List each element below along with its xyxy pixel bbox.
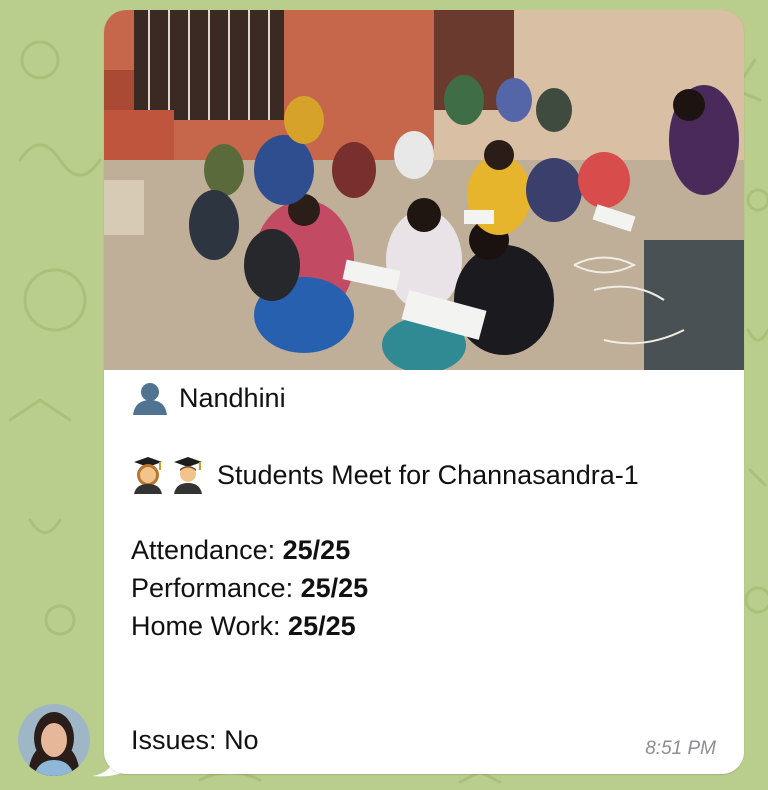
issues-line: Issues: No <box>131 722 259 758</box>
homework-line: Home Work: 25/25 <box>131 608 356 644</box>
title-line: Students Meet for Channasandra-1 <box>131 456 639 494</box>
sender-line: Nandhini <box>131 380 286 416</box>
sender-avatar[interactable] <box>18 704 90 776</box>
performance-line: Performance: 25/25 <box>131 570 368 606</box>
message-timestamp: 8:51 PM <box>645 738 716 759</box>
message-photo[interactable] <box>104 10 744 370</box>
performance-value: 25/25 <box>300 573 369 603</box>
message-title: Students Meet for Channasandra-1 <box>217 460 639 490</box>
attendance-label: Attendance: <box>131 535 276 565</box>
homework-label: Home Work: <box>131 611 281 641</box>
issues-value: No <box>224 725 259 755</box>
bust-in-silhouette-icon <box>133 383 167 415</box>
message-bubble[interactable]: Nandhini Students Meet for Channasandra-… <box>104 10 744 774</box>
performance-label: Performance: <box>131 573 294 603</box>
attendance-line: Attendance: 25/25 <box>131 532 350 568</box>
sender-name: Nandhini <box>179 383 286 413</box>
woman-student-icon <box>134 457 162 494</box>
homework-value: 25/25 <box>288 611 356 641</box>
issues-label: Issues: <box>131 725 217 755</box>
man-student-icon <box>174 457 202 494</box>
attendance-value: 25/25 <box>282 535 351 565</box>
